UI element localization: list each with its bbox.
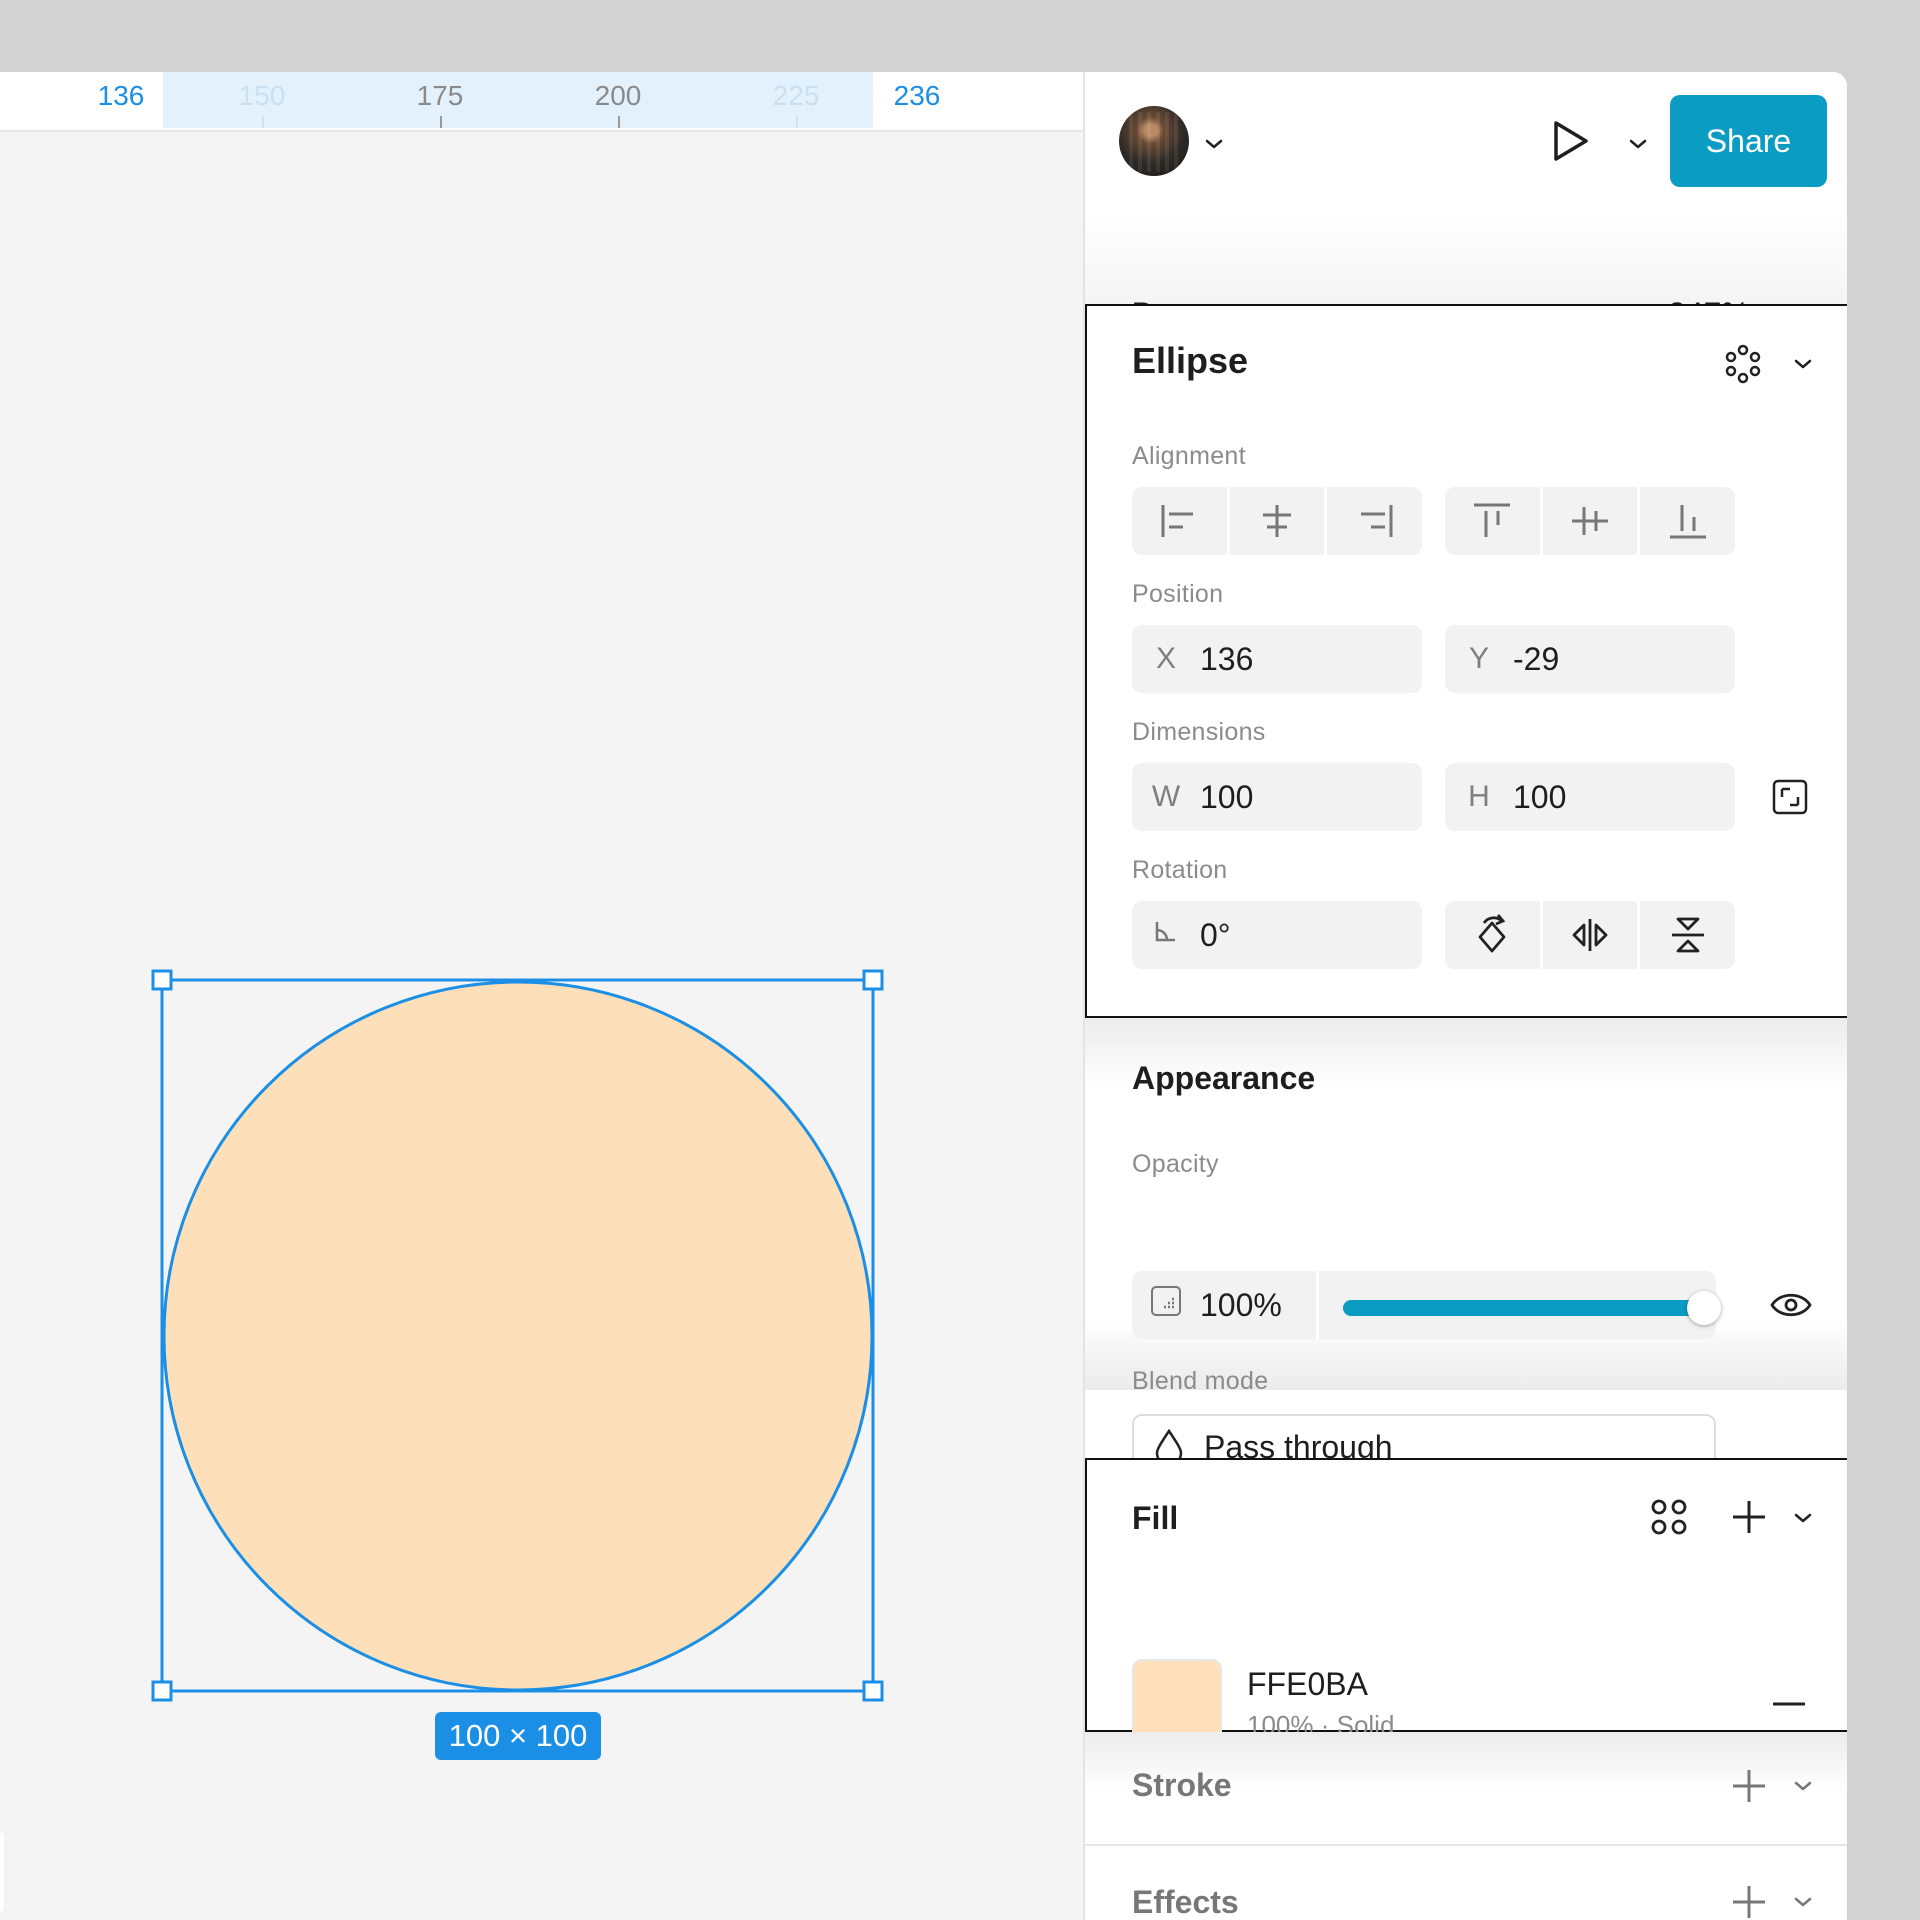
height-input[interactable] xyxy=(1513,778,1663,816)
eye-icon[interactable] xyxy=(1769,1283,1813,1327)
present-options-chevron-icon[interactable] xyxy=(1625,134,1651,154)
constrain-proportions-icon[interactable] xyxy=(1770,777,1810,817)
align-horizontal-center-icon[interactable] xyxy=(1230,487,1328,555)
avatar-menu-chevron-icon[interactable] xyxy=(1201,134,1227,154)
flip-vertical-icon[interactable] xyxy=(1640,901,1735,969)
align-top-icon[interactable] xyxy=(1445,487,1543,555)
y-prefix: Y xyxy=(1468,642,1489,675)
width-input[interactable] xyxy=(1200,778,1350,816)
rotation-field[interactable] xyxy=(1132,901,1422,969)
properties-panel: Share Draw 247% Ellipse Alignment xyxy=(1083,72,1847,1920)
stroke-title: Stroke xyxy=(1132,1767,1232,1803)
canvas[interactable] xyxy=(0,72,1083,1920)
dimensions-label: Dimensions xyxy=(1132,718,1266,746)
rotate-90-icon[interactable] xyxy=(1445,901,1543,969)
layer-title: Ellipse xyxy=(1132,340,1249,381)
opacity-input[interactable] xyxy=(1200,1286,1300,1324)
align-right-icon[interactable] xyxy=(1327,487,1422,555)
h-prefix: H xyxy=(1468,780,1490,813)
opacity-icon xyxy=(1132,1285,1200,1325)
fill-title: Fill xyxy=(1132,1500,1179,1536)
styles-grid-icon[interactable] xyxy=(1645,1493,1693,1541)
transform-group xyxy=(1445,901,1735,969)
resize-handle-bottom-left[interactable] xyxy=(151,1680,173,1702)
effects-chevron-icon[interactable] xyxy=(1790,1892,1816,1912)
height-field[interactable]: H xyxy=(1445,763,1735,831)
x-position-input[interactable] xyxy=(1200,640,1350,678)
fill-chevron-icon[interactable] xyxy=(1790,1508,1816,1528)
flip-horizontal-icon[interactable] xyxy=(1543,901,1641,969)
position-label: Position xyxy=(1132,580,1224,608)
alignment-label: Alignment xyxy=(1132,442,1246,470)
w-prefix: W xyxy=(1151,780,1181,813)
rotation-label: Rotation xyxy=(1132,856,1228,884)
y-position-field[interactable]: Y xyxy=(1445,625,1735,693)
angle-icon xyxy=(1132,918,1200,952)
share-button[interactable]: Share xyxy=(1670,95,1827,187)
align-bottom-icon[interactable] xyxy=(1640,487,1735,555)
app-window: 136 150 175 200 225 236 100 × 100 Share xyxy=(0,72,1847,1920)
opacity-slider-handle[interactable] xyxy=(1687,1291,1721,1325)
width-field[interactable]: W xyxy=(1132,763,1422,831)
layer-chevron-icon[interactable] xyxy=(1790,354,1816,374)
user-avatar[interactable] xyxy=(1119,106,1189,176)
stroke-chevron-icon[interactable] xyxy=(1790,1776,1816,1796)
dimensions-badge: 100 × 100 xyxy=(435,1712,601,1760)
appearance-title: Appearance xyxy=(1132,1060,1316,1096)
align-vertical-center-icon[interactable] xyxy=(1543,487,1641,555)
resize-handle-top-right[interactable] xyxy=(862,969,884,991)
add-fill-plus-icon[interactable] xyxy=(1725,1493,1773,1541)
align-left-icon[interactable] xyxy=(1132,487,1230,555)
remove-fill-minus-icon[interactable] xyxy=(1769,1686,1809,1722)
y-position-input[interactable] xyxy=(1513,640,1663,678)
add-effect-plus-icon[interactable] xyxy=(1725,1878,1773,1920)
effects-title: Effects xyxy=(1132,1884,1239,1920)
component-icon[interactable] xyxy=(1719,340,1767,388)
play-icon[interactable] xyxy=(1545,116,1595,166)
ellipse-shape[interactable] xyxy=(162,980,874,1692)
opacity-slider-track[interactable] xyxy=(1343,1300,1703,1316)
x-prefix: X xyxy=(1155,642,1176,675)
field-divider xyxy=(1316,1271,1319,1339)
resize-handle-top-left[interactable] xyxy=(151,969,173,991)
resize-handle-bottom-right[interactable] xyxy=(862,1680,884,1702)
add-stroke-plus-icon[interactable] xyxy=(1725,1762,1773,1810)
blend-mode-label: Blend mode xyxy=(1132,1367,1269,1395)
x-position-field[interactable]: X xyxy=(1132,625,1422,693)
vertical-align-group xyxy=(1445,487,1735,555)
opacity-label: Opacity xyxy=(1132,1150,1219,1178)
horizontal-align-group xyxy=(1132,487,1422,555)
fill-hex-value[interactable]: FFE0BA xyxy=(1247,1666,1368,1703)
panel-edge xyxy=(0,1832,4,1912)
rotation-input[interactable] xyxy=(1200,916,1350,954)
